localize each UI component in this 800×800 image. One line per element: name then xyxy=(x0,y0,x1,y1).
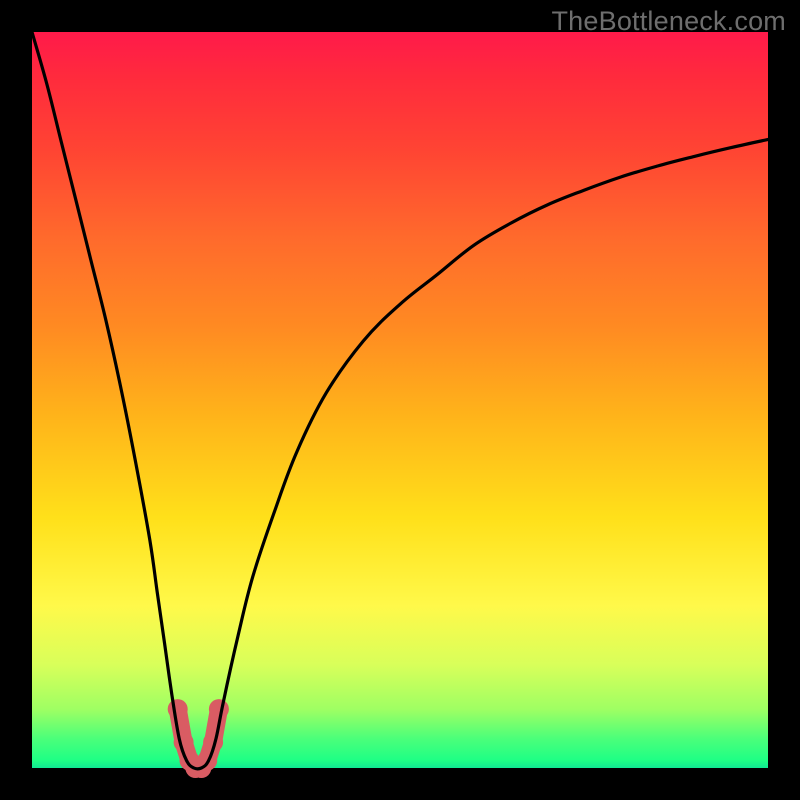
chart-frame: TheBottleneck.com xyxy=(0,0,800,800)
watermark-text: TheBottleneck.com xyxy=(551,6,786,37)
chart-plot-area xyxy=(32,32,768,768)
chart-svg xyxy=(32,32,768,768)
sweet-spot-marker xyxy=(168,699,188,719)
bottleneck-curve xyxy=(32,32,768,769)
sweet-spot-markers xyxy=(168,699,229,778)
